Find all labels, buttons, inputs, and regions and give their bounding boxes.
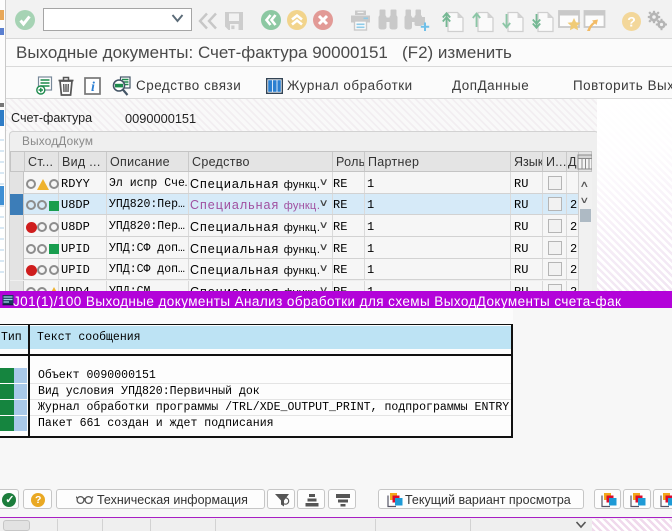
svg-text:i: i	[91, 80, 95, 95]
svg-text:?: ?	[627, 14, 636, 30]
